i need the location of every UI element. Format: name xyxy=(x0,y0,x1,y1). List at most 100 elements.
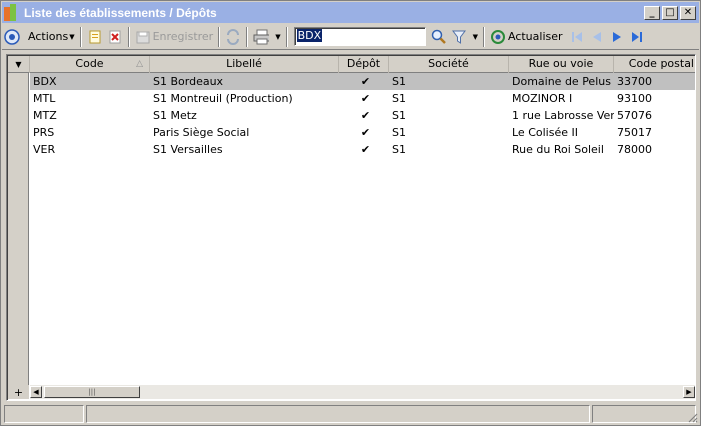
last-record-icon xyxy=(629,29,645,45)
cell-code-postal: 75017 xyxy=(617,126,652,139)
new-document-icon xyxy=(87,29,103,45)
column-header-depot[interactable]: Dépôt xyxy=(339,56,389,73)
toolbar: Actions ▼ Enregistrer ▼ BDX ▼ Actualiser xyxy=(2,24,699,50)
delete-button[interactable] xyxy=(105,26,125,48)
horizontal-scrollbar[interactable]: ◀ ||| ▶ xyxy=(30,385,695,399)
sync-button[interactable] xyxy=(223,26,243,48)
column-header-code-postal-label: Code postal xyxy=(628,57,694,70)
actions-icon xyxy=(4,28,20,45)
table-row[interactable]: BDX S1 Bordeaux ✔ S1 Domaine de Pelus 33… xyxy=(30,73,695,90)
cell-societe: S1 xyxy=(392,126,406,139)
cell-rue: Rue du Roi Soleil xyxy=(512,143,604,156)
column-header-rue[interactable]: Rue ou voie xyxy=(509,56,614,73)
column-header-libelle[interactable]: Libellé xyxy=(150,56,339,73)
refresh-button[interactable]: Actualiser xyxy=(488,26,565,48)
save-button[interactable]: Enregistrer xyxy=(133,26,216,48)
column-header-societe[interactable]: Société xyxy=(389,56,509,73)
cell-societe: S1 xyxy=(392,109,406,122)
status-panel-1 xyxy=(4,405,84,423)
minimize-button[interactable]: _ xyxy=(644,5,660,20)
cell-depot-checkbox[interactable]: ✔ xyxy=(339,126,389,139)
cell-rue: Le Colisée II xyxy=(512,126,578,139)
previous-record-button[interactable] xyxy=(587,26,607,48)
refresh-icon xyxy=(490,29,506,45)
cell-libelle: S1 Montreuil (Production) xyxy=(153,92,293,105)
next-record-button[interactable] xyxy=(607,26,627,48)
column-header-code[interactable]: Code △ xyxy=(30,56,150,73)
cell-societe: S1 xyxy=(392,92,406,105)
column-header-depot-label: Dépôt xyxy=(346,57,381,70)
cell-societe: S1 xyxy=(392,143,406,156)
cell-code: MTZ xyxy=(33,109,57,122)
maximize-button[interactable]: □ xyxy=(662,5,678,20)
scroll-left-button[interactable]: ◀ xyxy=(30,386,42,398)
scroll-thumb[interactable]: ||| xyxy=(44,386,140,398)
cell-libelle: S1 Bordeaux xyxy=(153,75,224,88)
row-indicator-column xyxy=(8,73,29,387)
cell-societe: S1 xyxy=(392,75,406,88)
search-icon xyxy=(431,29,447,45)
column-header-rue-label: Rue ou voie xyxy=(528,57,594,70)
printer-icon xyxy=(253,29,270,45)
filter-icon xyxy=(451,29,467,45)
cell-code-postal: 57076 xyxy=(617,109,652,122)
print-button[interactable]: ▼ xyxy=(251,26,282,48)
sort-ascending-icon: △ xyxy=(136,59,143,69)
first-record-icon xyxy=(569,29,585,45)
cell-code-postal: 78000 xyxy=(617,143,652,156)
search-input-value: BDX xyxy=(296,29,323,42)
actions-menu-button[interactable]: Actions ▼ xyxy=(2,26,77,48)
next-icon xyxy=(609,29,625,45)
cell-code: MTL xyxy=(33,92,56,105)
cell-depot-checkbox[interactable]: ✔ xyxy=(339,143,389,156)
cell-depot-checkbox[interactable]: ✔ xyxy=(339,92,389,105)
last-record-button[interactable] xyxy=(627,26,647,48)
table-row[interactable]: MTL S1 Montreuil (Production) ✔ S1 MOZIN… xyxy=(30,90,695,107)
new-button[interactable] xyxy=(85,26,105,48)
cell-rue: Domaine de Pelus xyxy=(512,75,611,88)
save-icon xyxy=(135,29,151,45)
cell-rue: 1 rue Labrosse Venne xyxy=(512,109,614,122)
cell-depot-checkbox[interactable]: ✔ xyxy=(339,75,389,88)
cell-code-postal: 93100 xyxy=(617,92,652,105)
column-menu-icon: ▼ xyxy=(15,60,22,69)
first-record-button[interactable] xyxy=(567,26,587,48)
cell-depot-checkbox[interactable]: ✔ xyxy=(339,109,389,122)
add-row-label: + xyxy=(13,385,24,399)
resize-grip-icon[interactable] xyxy=(686,411,698,423)
search-button[interactable] xyxy=(429,26,449,48)
grid-header: ▼ Code △ Libellé Dépôt Société Rue ou voi… xyxy=(8,56,695,73)
actions-dropdown-icon: ▼ xyxy=(69,32,75,41)
close-button[interactable]: ✕ xyxy=(680,5,696,20)
status-bar xyxy=(4,405,698,423)
table-row[interactable]: PRS Paris Siège Social ✔ S1 Le Colisée I… xyxy=(30,124,695,141)
cell-libelle: S1 Metz xyxy=(153,109,197,122)
status-panel-3 xyxy=(592,405,696,423)
column-header-code-label: Code xyxy=(75,57,104,70)
column-header-societe-label: Société xyxy=(428,57,469,70)
column-header-code-postal[interactable]: Code postal xyxy=(614,56,695,73)
cell-code: PRS xyxy=(33,126,55,139)
filter-button[interactable]: ▼ xyxy=(449,26,480,48)
actions-label: Actions xyxy=(28,30,69,43)
cell-code-postal: 33700 xyxy=(617,75,652,88)
search-input[interactable]: BDX xyxy=(293,27,426,46)
table-row[interactable]: VER S1 Versailles ✔ S1 Rue du Roi Soleil… xyxy=(30,141,695,158)
column-chooser-button[interactable]: ▼ xyxy=(8,56,30,73)
grid-rows: BDX S1 Bordeaux ✔ S1 Domaine de Pelus 33… xyxy=(30,73,695,158)
add-row-button[interactable]: + xyxy=(8,385,29,399)
save-label: Enregistrer xyxy=(152,30,214,43)
cell-libelle: Paris Siège Social xyxy=(153,126,250,139)
window-title: Liste des établissements / Dépôts xyxy=(24,5,217,20)
column-header-libelle-label: Libellé xyxy=(226,57,262,70)
app-logo-icon xyxy=(4,3,20,22)
scroll-right-button[interactable]: ▶ xyxy=(683,386,695,398)
cell-code: BDX xyxy=(33,75,57,88)
table-row[interactable]: MTZ S1 Metz ✔ S1 1 rue Labrosse Venne 57… xyxy=(30,107,695,124)
cell-libelle: S1 Versailles xyxy=(153,143,223,156)
refresh-label: Actualiser xyxy=(507,30,563,43)
filter-dropdown-icon: ▼ xyxy=(472,32,478,41)
establishments-grid: ▼ Code △ Libellé Dépôt Société Rue ou voi… xyxy=(6,54,696,401)
print-dropdown-icon: ▼ xyxy=(275,32,281,41)
main-window: Liste des établissements / Dépôts _ □ ✕ … xyxy=(0,0,701,426)
